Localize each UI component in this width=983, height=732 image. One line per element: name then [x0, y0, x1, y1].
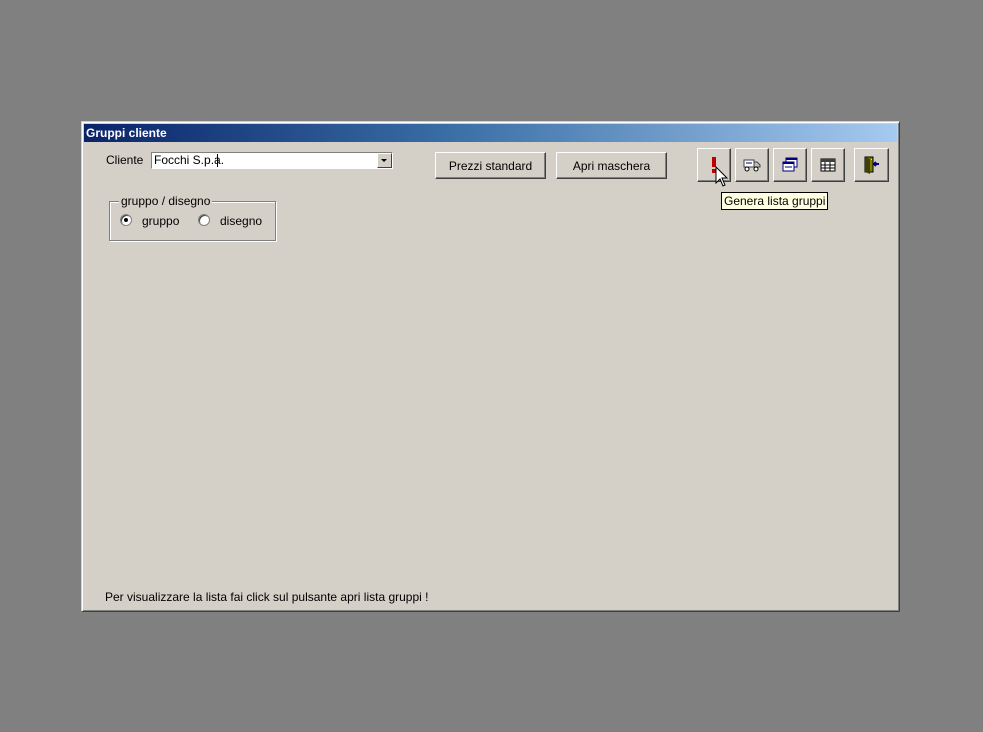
apri-maschera-label: Apri maschera	[572, 158, 651, 173]
cliente-dropdown-button[interactable]	[377, 153, 392, 168]
cliente-label: Cliente	[106, 153, 144, 167]
exit-button[interactable]	[854, 148, 889, 182]
groupbox-legend: gruppo / disegno	[119, 194, 213, 208]
radio-gruppo-label[interactable]: gruppo	[142, 214, 179, 228]
prezzi-standard-label: Prezzi standard	[448, 158, 533, 173]
gruppi-cliente-window: Gruppi cliente Cliente Prezzi standard A…	[81, 121, 900, 612]
window-titlebar[interactable]: Gruppi cliente	[84, 124, 897, 142]
prezzi-standard-button[interactable]: Prezzi standard	[435, 152, 546, 179]
apri-maschera-button[interactable]: Apri maschera	[556, 152, 667, 179]
status-message: Per visualizzare la lista fai click sul …	[105, 590, 429, 604]
mouse-cursor-icon	[715, 166, 729, 187]
tooltip-text: Genera lista gruppi	[724, 194, 826, 208]
windows-button[interactable]	[773, 148, 807, 182]
window-title: Gruppi cliente	[86, 126, 167, 140]
chevron-down-icon	[381, 159, 387, 162]
gruppo-disegno-groupbox: gruppo / disegno gruppo disegno	[109, 194, 276, 241]
truck-button[interactable]	[735, 148, 769, 182]
radio-disegno-label[interactable]: disegno	[220, 214, 262, 228]
table-button[interactable]	[811, 148, 845, 182]
table-icon	[820, 158, 836, 172]
radio-selected-dot	[124, 218, 128, 222]
cliente-combobox[interactable]	[151, 152, 393, 169]
truck-icon	[743, 159, 761, 172]
windows-icon	[782, 157, 798, 172]
radio-gruppo[interactable]	[120, 214, 132, 226]
tooltip: Genera lista gruppi	[721, 192, 829, 210]
text-caret	[217, 154, 218, 167]
radio-disegno[interactable]	[198, 214, 210, 226]
exit-door-icon	[864, 156, 879, 174]
cliente-input[interactable]	[153, 153, 378, 168]
